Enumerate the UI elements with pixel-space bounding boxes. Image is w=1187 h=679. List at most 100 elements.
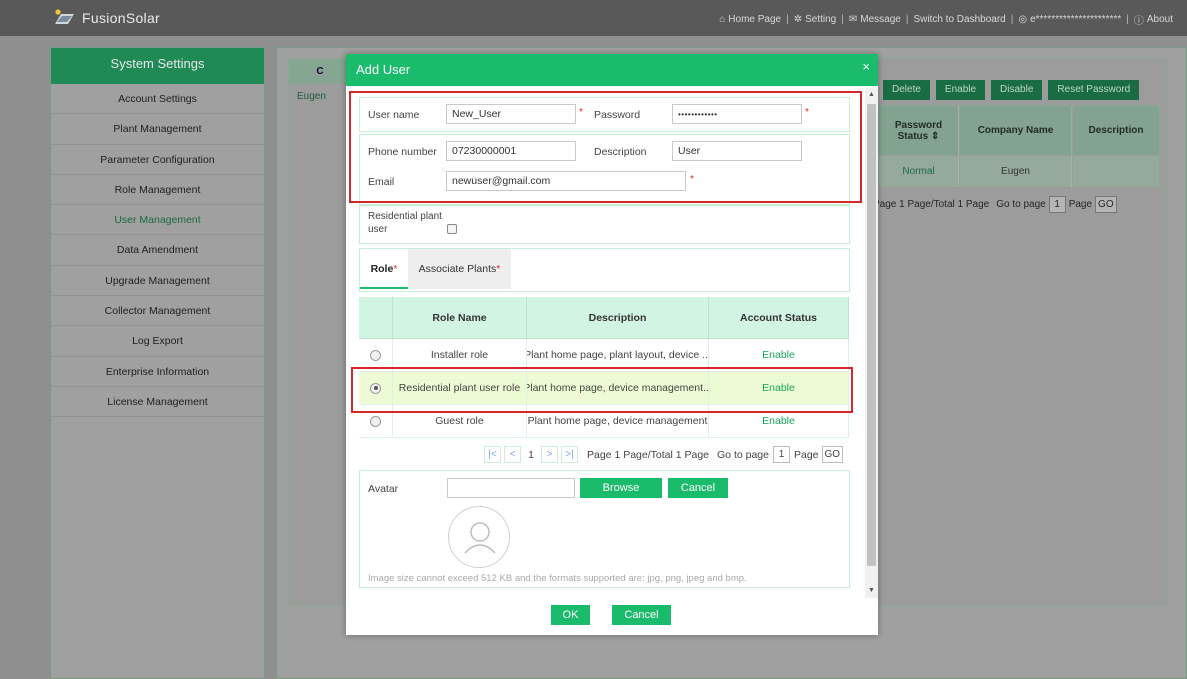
nav-separator: |: [1126, 14, 1129, 25]
column-header-description: Description: [527, 297, 709, 339]
nav-separator: |: [905, 14, 909, 25]
sidebar-item-parameter-configuration[interactable]: Parameter Configuration: [51, 145, 264, 175]
column-header-password-status[interactable]: Password Status ⇕: [879, 106, 959, 155]
next-page-icon[interactable]: >: [541, 446, 558, 463]
ok-button[interactable]: OK: [551, 605, 590, 625]
email-input[interactable]: [446, 171, 686, 191]
switch-dashboard-link[interactable]: Switch to Dashboard: [913, 14, 1005, 25]
previous-page-icon[interactable]: <: [504, 446, 521, 463]
setting-link[interactable]: ✲ Setting: [794, 14, 837, 25]
pager-go-button[interactable]: GO: [1095, 196, 1117, 213]
account-name: e**********************: [1030, 14, 1122, 25]
user-table-cell-first[interactable]: Eugen: [297, 91, 326, 102]
role-radio-guest[interactable]: [370, 415, 381, 427]
password-required-mark: *: [805, 107, 809, 118]
role-radio-residential[interactable]: [370, 382, 381, 394]
sidebar-item-account-settings[interactable]: Account Settings: [51, 84, 264, 115]
tab-role-required-mark: *: [393, 263, 398, 275]
column-header-select: [359, 297, 393, 339]
enable-button[interactable]: Enable: [935, 80, 986, 100]
role-status-cell: Enable: [709, 339, 849, 372]
sidebar-item-upgrade-management[interactable]: Upgrade Management: [51, 266, 264, 297]
envelope-icon: ✉: [848, 14, 858, 25]
sidebar-title: System Settings: [51, 48, 264, 84]
role-description-cell: Plant home page, device management...: [527, 372, 709, 405]
sidebar-item-user-management[interactable]: User Management: [51, 205, 264, 236]
avatar-file-input[interactable]: [447, 478, 575, 498]
avatar-cancel-button[interactable]: Cancel: [668, 478, 728, 498]
scrollbar-thumb[interactable]: [867, 104, 876, 566]
role-row-radio-cell[interactable]: [359, 372, 393, 405]
sidebar-item-enterprise-information[interactable]: Enterprise Information: [51, 357, 264, 387]
top-nav: ⌂ Home Page | ✲ Setting | ✉ Message | Switc…: [719, 12, 1173, 27]
role-radio-installer[interactable]: [370, 349, 381, 361]
cancel-button[interactable]: Cancel: [612, 605, 671, 625]
account-menu[interactable]: ◎ e**********************: [1018, 14, 1121, 25]
logo[interactable]: FusionSolar: [52, 7, 160, 29]
reset-password-button[interactable]: Reset Password: [1048, 80, 1140, 100]
pager-page-word: Page: [1068, 199, 1093, 210]
last-page-icon[interactable]: >|: [561, 446, 578, 463]
phone-number-label: Phone number: [368, 146, 437, 158]
role-row-radio-cell[interactable]: [359, 339, 393, 372]
sidebar: System Settings Account Settings Plant M…: [50, 47, 265, 679]
pager-goto-label: Go to page: [717, 448, 769, 461]
username-input[interactable]: [446, 104, 576, 124]
role-row-radio-cell[interactable]: [359, 405, 393, 438]
role-name-cell: Guest role: [393, 405, 527, 438]
solar-panel-icon: [52, 8, 76, 28]
browse-button[interactable]: Browse: [580, 478, 662, 498]
role-description-cell: Plant home page, device management: [527, 405, 709, 438]
delete-button[interactable]: Delete: [883, 80, 930, 100]
password-label: Password: [594, 109, 641, 121]
dialog-title: Add User: [356, 62, 411, 77]
tab-associate-plants[interactable]: Associate Plants*: [408, 249, 511, 289]
dialog-scrollbar[interactable]: ▲ ▼: [865, 88, 878, 598]
tab-role[interactable]: Role*: [360, 249, 408, 289]
pager-go-button[interactable]: GO: [821, 446, 844, 463]
user-table-header-first: C: [289, 59, 351, 84]
home-page-label: Home Page: [728, 14, 782, 25]
pager-page-input[interactable]: 1: [1048, 196, 1066, 213]
tab-role-label: Role: [370, 263, 394, 275]
pager-page-input[interactable]: 1: [772, 446, 790, 463]
column-header-description: Description: [1073, 106, 1159, 155]
pager-summary: Page 1 Page/Total 1 Page: [587, 448, 710, 461]
avatar-placeholder[interactable]: [448, 506, 510, 568]
message-label: Message: [860, 14, 901, 25]
top-bar: FusionSolar ⌂ Home Page | ✲ Setting | ✉ Mes…: [0, 0, 1187, 36]
password-status-cell: Normal: [879, 156, 959, 187]
home-page-link[interactable]: ⌂ Home Page: [719, 14, 781, 25]
role-table-pager: |< < 1 > >| Page 1 Page/Total 1 Page Go …: [484, 446, 844, 463]
tab-associate-plants-label: Associate Plants: [418, 263, 497, 275]
column-header-role-name: Role Name: [393, 297, 527, 339]
sidebar-item-plant-management[interactable]: Plant Management: [51, 114, 264, 145]
brand-name: FusionSolar: [82, 10, 161, 26]
sidebar-item-log-export[interactable]: Log Export: [51, 326, 264, 357]
first-page-icon[interactable]: |<: [484, 446, 501, 463]
message-link[interactable]: ✉ Message: [849, 14, 901, 25]
scroll-up-arrow-icon[interactable]: ▲: [867, 90, 876, 100]
user-circle-icon: ◎: [1018, 14, 1028, 25]
user-table: Password Status ⇕ Company Name Descripti…: [878, 105, 1160, 187]
about-label: About: [1146, 14, 1173, 25]
tab-associate-required-mark: *: [496, 263, 501, 275]
residential-plant-user-checkbox[interactable]: [447, 224, 457, 234]
description-input[interactable]: [672, 141, 802, 161]
password-input[interactable]: [672, 104, 802, 124]
about-link[interactable]: ⓘ About: [1134, 12, 1173, 27]
sidebar-item-license-management[interactable]: License Management: [51, 387, 264, 418]
nav-separator: |: [786, 14, 789, 25]
disable-button[interactable]: Disable: [991, 80, 1043, 100]
sidebar-item-role-management[interactable]: Role Management: [51, 175, 264, 206]
close-icon[interactable]: ×: [862, 59, 870, 74]
sidebar-item-data-amendment[interactable]: Data Amendment: [51, 235, 264, 266]
avatar-label: Avatar: [368, 483, 399, 495]
description-cell: [1073, 156, 1159, 187]
current-page-number[interactable]: 1: [524, 449, 538, 461]
nav-separator: |: [841, 14, 844, 25]
sidebar-item-collector-management[interactable]: Collector Management: [51, 296, 264, 327]
phone-number-input[interactable]: [446, 141, 576, 161]
role-tabs: Role* Associate Plants*: [359, 248, 850, 292]
scroll-down-arrow-icon[interactable]: ▼: [867, 586, 876, 596]
